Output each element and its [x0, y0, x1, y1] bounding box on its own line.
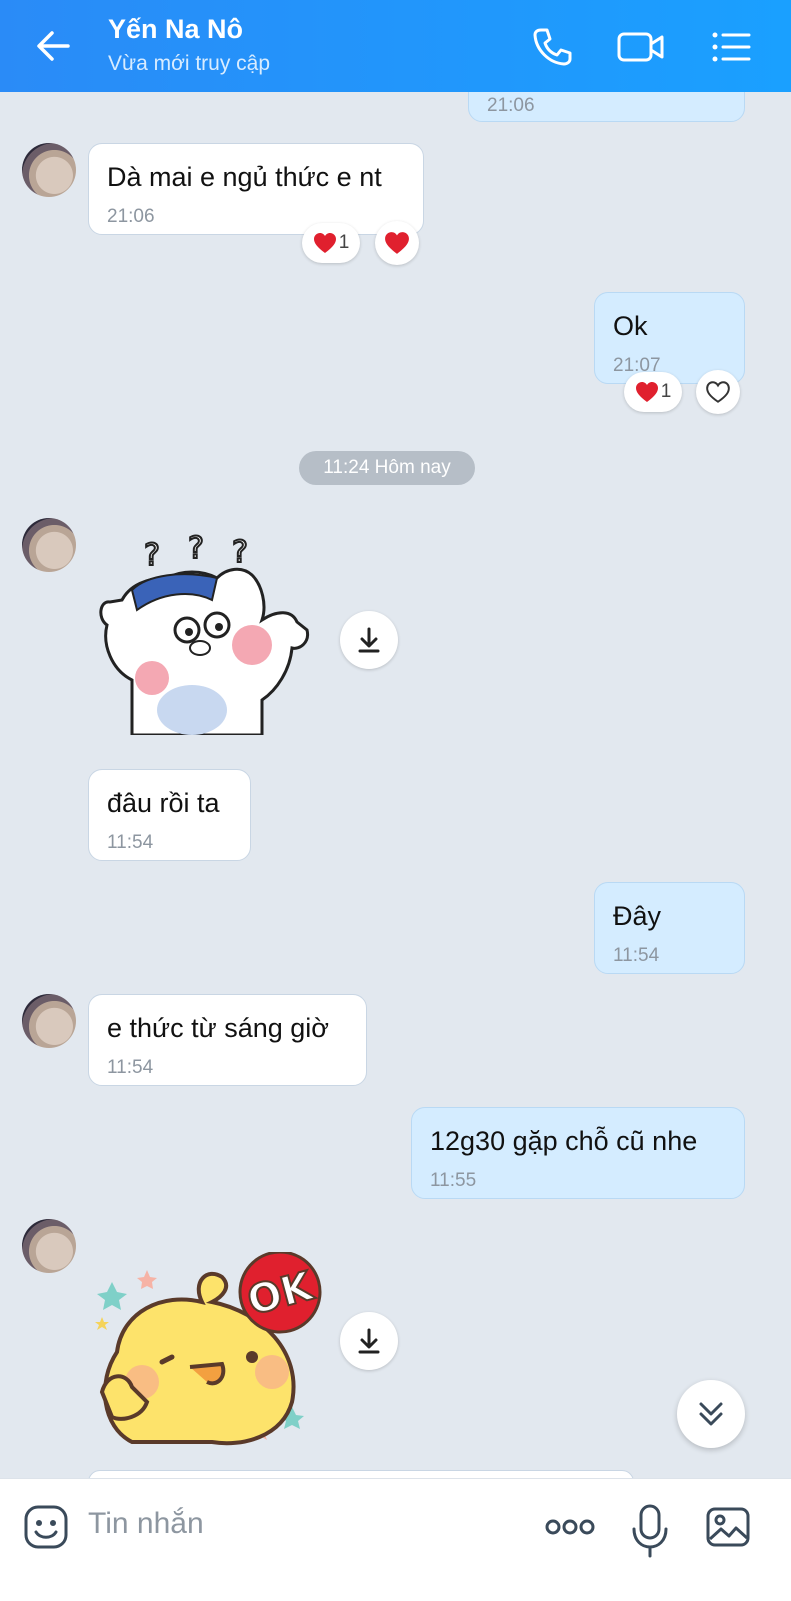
contact-name[interactable]: Yến Na Nô — [108, 14, 243, 45]
message-bubble-incoming[interactable]: e thức từ sáng giờ 11:54 — [88, 994, 367, 1086]
message-input[interactable]: Tin nhắn — [88, 1507, 204, 1541]
microphone-icon — [632, 1504, 668, 1558]
reaction-count: 1 — [338, 232, 350, 253]
chat-menu-button[interactable] — [705, 22, 755, 72]
avatar[interactable] — [22, 143, 76, 197]
message-text: Dà mai e ngủ thức e nt — [107, 162, 382, 192]
video-call-icon — [617, 32, 664, 62]
message-bubble-outgoing[interactable]: 12g30 gặp chỗ cũ nhe 11:55 — [411, 1107, 745, 1199]
chick-ok-sticker[interactable]: OK — [92, 1252, 332, 1452]
message-text: Đây — [613, 901, 662, 931]
message-bubble-outgoing[interactable]: Đây 11:54 — [594, 882, 745, 974]
contact-status: Vừa mới truy cập — [108, 52, 271, 75]
more-options-icon — [545, 1519, 595, 1535]
message-bubble-incoming[interactable]: đâu rồi ta 11:54 — [88, 769, 251, 861]
svg-text:?: ? — [232, 535, 248, 570]
message-time: 21:06 — [107, 206, 155, 227]
heart-icon — [313, 233, 336, 253]
svg-text:?: ? — [144, 538, 160, 573]
chat-header: Yến Na Nô Vừa mới truy cập — [0, 0, 791, 92]
message-composer: Tin nhắn — [0, 1478, 791, 1601]
react-button[interactable] — [696, 370, 740, 414]
voice-message-button[interactable] — [626, 1503, 674, 1558]
heart-icon — [635, 382, 658, 402]
avatar[interactable] — [22, 1219, 76, 1273]
back-button[interactable] — [30, 22, 78, 70]
message-text: 12g30 gặp chỗ cũ nhe — [430, 1126, 698, 1156]
avatar[interactable] — [22, 518, 76, 572]
cat-confused-sticker[interactable]: ? ? ? — [92, 530, 322, 735]
message-text: Ok — [613, 311, 648, 341]
emoji-button[interactable] — [22, 1503, 70, 1551]
date-divider: 11:24 Hôm nay — [299, 451, 475, 485]
message-time: 21:06 — [487, 95, 535, 116]
message-time: 11:54 — [107, 832, 154, 853]
download-sticker-button[interactable] — [340, 611, 398, 669]
message-bubble-outgoing[interactable]: 21:06 — [468, 92, 745, 122]
send-image-button[interactable] — [704, 1503, 752, 1551]
reaction-summary[interactable]: 1 — [624, 372, 682, 412]
react-button[interactable] — [375, 221, 419, 265]
reaction-count: 1 — [660, 381, 672, 402]
scroll-to-bottom-button[interactable] — [677, 1380, 745, 1448]
image-icon — [706, 1507, 750, 1547]
message-time: 11:54 — [107, 1057, 154, 1078]
message-list[interactable]: 21:06 Dà mai e ngủ thức e nt 21:06 1 Ok … — [0, 92, 791, 1508]
reaction-summary[interactable]: 1 — [302, 223, 360, 263]
message-bubble-incoming[interactable]: Dà mai e ngủ thức e nt 21:06 — [88, 143, 424, 235]
more-options-button[interactable] — [544, 1503, 596, 1551]
download-icon — [358, 627, 380, 653]
download-sticker-button[interactable] — [340, 1312, 398, 1370]
voice-call-button[interactable] — [527, 22, 577, 72]
svg-text:?: ? — [188, 531, 204, 566]
message-time: 11:55 — [430, 1170, 477, 1191]
menu-list-icon — [712, 32, 751, 62]
double-chevron-down-icon — [699, 1402, 723, 1426]
heart-outline-icon — [706, 381, 730, 403]
back-arrow-icon — [37, 31, 70, 61]
download-icon — [358, 1328, 380, 1354]
avatar[interactable] — [22, 994, 76, 1048]
message-time: 11:54 — [613, 945, 660, 966]
emoji-icon — [24, 1505, 68, 1549]
heart-icon — [385, 232, 409, 254]
message-text: đâu rồi ta — [107, 788, 220, 818]
message-text: e thức từ sáng giờ — [107, 1013, 329, 1043]
phone-icon — [533, 28, 572, 66]
video-call-button[interactable] — [615, 22, 665, 72]
